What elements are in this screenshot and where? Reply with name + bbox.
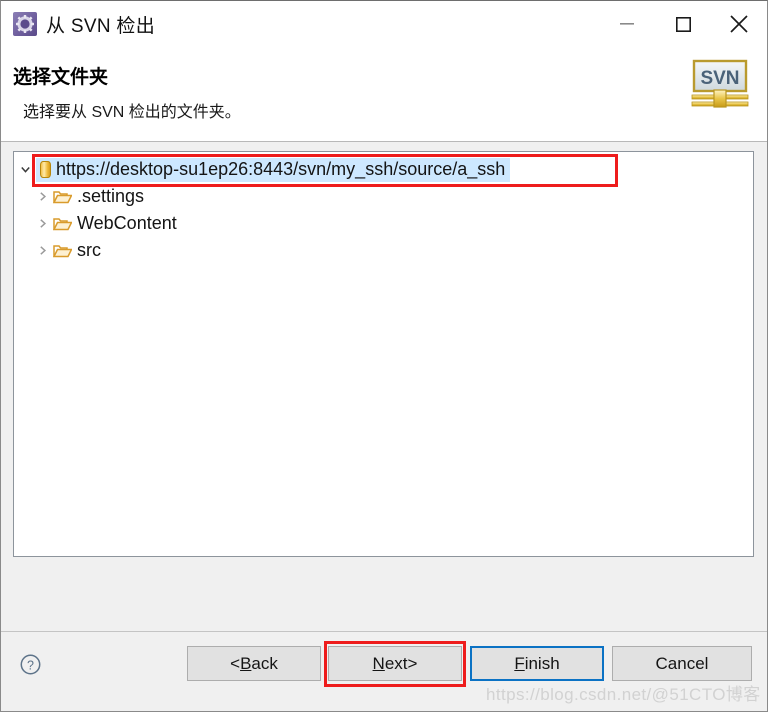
chevron-right-icon[interactable] [31,210,53,237]
title-bar: 从 SVN 检出 [1,1,767,47]
cancel-rest: Cancel [655,653,709,673]
help-icon[interactable]: ? [20,654,41,675]
next-button[interactable]: Next > [328,646,462,681]
repository-icon [40,160,51,178]
folder-icon [52,189,73,205]
chevron-right-glyph [39,219,46,228]
chevron-down-glyph [20,166,30,173]
folder-open-glyph [52,217,73,230]
tree-row-root[interactable]: https://desktop-su1ep26:8443/svn/my_ssh/… [14,156,753,183]
chevron-right-glyph [39,246,46,255]
folder-tree-panel[interactable]: https://desktop-su1ep26:8443/svn/my_ssh/… [13,151,754,557]
back-prefix: < [230,653,241,673]
folder-tree[interactable]: https://desktop-su1ep26:8443/svn/my_ssh/… [14,156,753,264]
finish-accel: F [514,653,525,673]
wizard-header: 选择文件夹 选择要从 SVN 检出的文件夹。 SVN [1,47,767,142]
tree-item-label: WebContent [77,213,177,233]
back-rest: ack [251,653,278,673]
wizard-footer: ? < Back Next > Finish Cancel https://bl… [1,631,767,711]
tree-row-webcontent[interactable]: WebContent [14,210,753,237]
close-button[interactable] [711,1,767,47]
chevron-right-icon[interactable] [31,183,53,210]
chevron-right-glyph [39,192,46,201]
tree-root-label: https://desktop-su1ep26:8443/svn/my_ssh/… [56,158,506,179]
page-title: 选择文件夹 [13,67,109,88]
maximize-button[interactable] [655,1,711,47]
close-icon [730,15,748,33]
next-suffix: > [407,653,418,673]
next-accel: N [372,653,385,673]
finish-button[interactable]: Finish [470,646,604,681]
tree-root-selected[interactable]: https://desktop-su1ep26:8443/svn/my_ssh/… [36,157,511,182]
page-description: 选择要从 SVN 检出的文件夹。 [23,104,241,121]
back-button[interactable]: < Back [187,646,321,681]
back-accel: B [240,653,252,673]
window-title: 从 SVN 检出 [46,15,156,37]
svg-text:SVN: SVN [700,68,739,89]
minimize-icon [620,23,634,25]
watermark: https://blog.csdn.net/@51CTO博客 [486,685,761,704]
wizard-body: https://desktop-su1ep26:8443/svn/my_ssh/… [1,143,767,631]
finish-rest: inish [524,653,560,673]
maximize-icon [675,16,691,32]
folder-open-glyph [52,244,73,257]
minimize-button[interactable] [599,1,655,47]
folder-open-glyph [52,190,73,203]
svn-gear-icon [13,12,37,36]
chevron-right-icon[interactable] [31,237,53,264]
next-rest: ext [384,653,408,673]
svn-checkout-dialog: 从 SVN 检出 选择文件夹 选择要从 SVN 检出的文件夹。 SVN http… [0,0,768,712]
chevron-down-icon[interactable] [14,156,36,183]
folder-icon [52,243,73,259]
tree-row-settings[interactable]: .settings [14,183,753,210]
svn-banner-icon: SVN [691,59,749,108]
folder-icon [52,216,73,232]
cancel-button[interactable]: Cancel [612,646,752,681]
tree-item-label: .settings [77,186,145,206]
tree-row-src[interactable]: src [14,237,753,264]
window-controls [599,1,767,47]
gear-glyph [16,15,34,33]
svg-text:?: ? [27,658,34,672]
tree-item-label: src [77,240,101,260]
